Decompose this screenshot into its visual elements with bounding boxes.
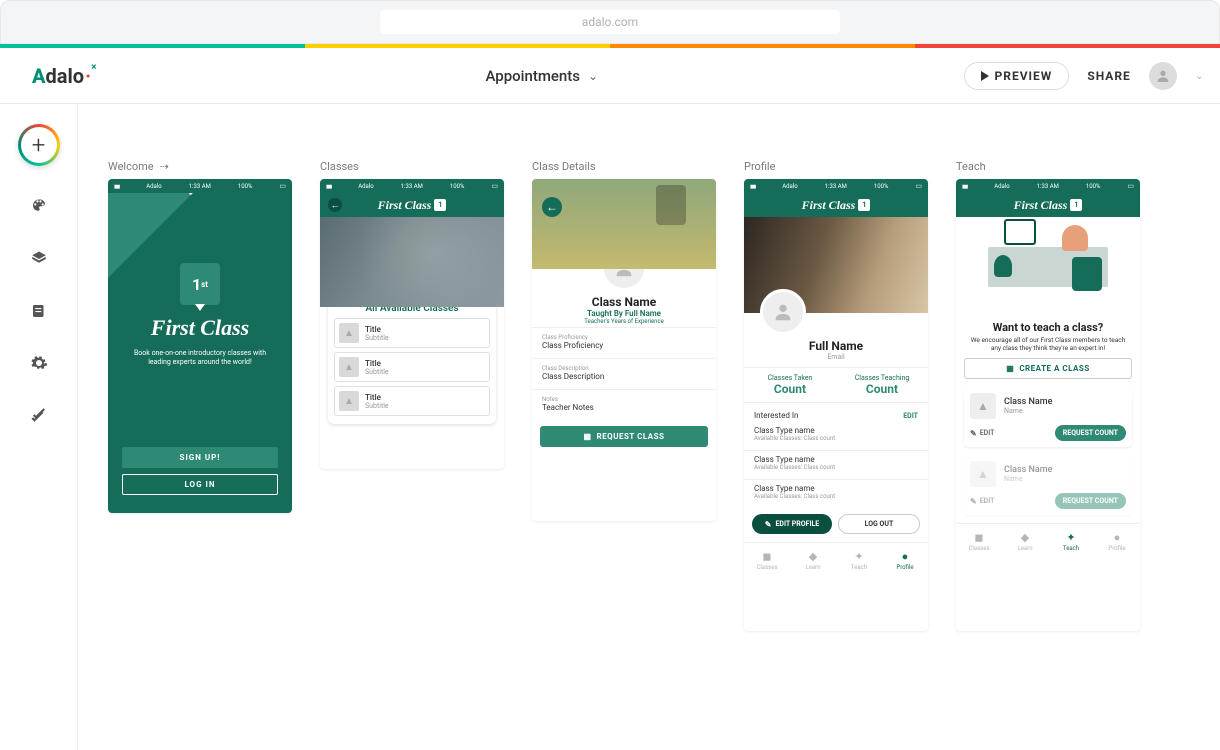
screen-welcome[interactable]: Welcome ⇢ Adalo1:33 AM100% 1st First Cla… — [108, 160, 292, 631]
pencil-icon — [765, 520, 772, 529]
tab-profile[interactable]: ●Profile — [1094, 524, 1140, 559]
screen-classes[interactable]: Classes Adalo1:33 AM100% ←First Class1 A… — [320, 160, 504, 631]
learn-icon: ◆ — [1021, 531, 1029, 544]
years-experience: Teacher's Years of Experience — [532, 318, 716, 325]
screen-label: Class Details — [532, 160, 716, 173]
screens-icon[interactable] — [28, 248, 50, 270]
tagline: Book one-on-one introductory classes wit… — [108, 349, 292, 367]
avatar-placeholder — [760, 289, 806, 335]
teach-class-card[interactable]: ▲Class NameName EDITREQUEST COUNT — [964, 387, 1132, 447]
profile-name: Full Name — [744, 339, 928, 353]
app-logo-icon: 1st — [180, 263, 220, 305]
profile-icon: ● — [902, 550, 909, 563]
teach-icon: ✦ — [854, 550, 863, 563]
interested-heading: Interested In — [754, 411, 798, 420]
logo-badge-icon: 1 — [1070, 199, 1082, 211]
share-button[interactable]: SHARE — [1087, 69, 1130, 83]
back-button[interactable]: ← — [542, 197, 562, 217]
hero-image — [320, 217, 504, 307]
screen-profile[interactable]: Profile Adalo1:33 AM100% First Class1 Fu… — [744, 160, 928, 631]
adalo-logo[interactable]: Adalo× — [0, 64, 120, 88]
edit-profile-button[interactable]: EDIT PROFILE — [752, 514, 832, 534]
hero-image — [532, 179, 716, 269]
canvas[interactable]: Welcome ⇢ Adalo1:33 AM100% 1st First Cla… — [78, 104, 1220, 750]
database-icon[interactable] — [28, 300, 50, 322]
class-list-item[interactable]: ▲TitleSubtitle — [334, 386, 490, 416]
interest-row[interactable]: Class Type nameAvailable Classes: Class … — [744, 482, 928, 506]
pencil-icon — [970, 429, 977, 438]
edit-class-button[interactable]: EDIT — [970, 429, 994, 438]
request-count-button[interactable]: REQUEST COUNT — [1055, 493, 1126, 509]
logout-button[interactable]: LOG OUT — [838, 514, 920, 534]
url-bar[interactable]: adalo.com — [380, 10, 840, 34]
request-count-button[interactable]: REQUEST COUNT — [1055, 425, 1126, 441]
tab-classes[interactable]: ◼Classes — [956, 524, 1002, 559]
browser-chrome: adalo.com — [0, 0, 1220, 44]
calendar-icon: ▦ — [1006, 364, 1014, 373]
tab-profile[interactable]: ●Profile — [882, 543, 928, 578]
tab-learn[interactable]: ◆Learn — [1002, 524, 1048, 559]
project-picker[interactable]: Appointments ⌄ — [120, 67, 964, 85]
login-button[interactable]: LOG IN — [122, 474, 278, 495]
publish-icon[interactable] — [28, 404, 50, 426]
screen-class-details[interactable]: Class Details ← Class Name Taught By Ful… — [532, 160, 716, 631]
profile-email: Email — [744, 353, 928, 361]
project-name: Appointments — [485, 67, 580, 85]
screen-label: Teach — [956, 160, 1140, 173]
signal-icon — [114, 183, 119, 190]
create-class-button[interactable]: ▦CREATE A CLASS — [964, 358, 1132, 379]
class-list-item[interactable]: ▲TitleSubtitle — [334, 352, 490, 382]
bookmark-icon: ◼ — [974, 531, 983, 544]
tab-teach[interactable]: ✦Teach — [1048, 524, 1094, 559]
class-list-item[interactable]: ▲TitleSubtitle — [334, 318, 490, 348]
signup-button[interactable]: SIGN UP! — [122, 447, 278, 468]
battery-icon — [279, 182, 286, 190]
settings-icon[interactable] — [28, 352, 50, 374]
account-menu[interactable] — [1149, 62, 1177, 90]
tab-learn[interactable]: ◆Learn — [790, 543, 836, 578]
back-icon[interactable]: ← — [328, 198, 342, 212]
teach-icon: ✦ — [1066, 531, 1075, 544]
bookmark-icon: ◼ — [762, 550, 771, 563]
edit-interests-button[interactable]: EDIT — [903, 412, 918, 420]
interest-row[interactable]: Class Type nameAvailable Classes: Class … — [744, 453, 928, 477]
preview-button[interactable]: PREVIEW — [964, 62, 1070, 90]
image-placeholder-icon: ▲ — [970, 461, 996, 487]
taught-by: Taught By Full Name — [532, 309, 716, 318]
image-placeholder-icon: ▲ — [339, 323, 359, 343]
add-component-button[interactable]: + — [18, 124, 60, 166]
class-name: Class Name — [532, 295, 716, 309]
logo-badge-icon: 1 — [858, 199, 870, 211]
image-placeholder-icon: ▲ — [970, 393, 996, 419]
brand-title: First Class — [108, 315, 292, 341]
tab-classes[interactable]: ◼Classes — [744, 543, 790, 578]
screen-label: Classes — [320, 160, 504, 173]
branding-icon[interactable] — [28, 196, 50, 218]
chevron-down-icon: ⌄ — [1195, 69, 1204, 82]
teach-heading: Want to teach a class? — [956, 321, 1140, 334]
image-placeholder-icon: ▲ — [339, 391, 359, 411]
teach-subtext: We encourage all of our First Class memb… — [956, 334, 1140, 358]
logo-badge-icon: 1 — [434, 199, 446, 211]
profile-icon: ● — [1114, 531, 1121, 544]
learn-icon: ◆ — [809, 550, 817, 563]
teach-class-card[interactable]: ▲Class NameName EDITREQUEST COUNT — [964, 455, 1132, 515]
chevron-down-icon: ⌄ — [588, 69, 598, 83]
tab-teach[interactable]: ✦Teach — [836, 543, 882, 578]
edit-class-button[interactable]: EDIT — [970, 497, 994, 506]
screen-label: Profile — [744, 160, 928, 173]
screen-label: Welcome ⇢ — [108, 160, 292, 173]
request-class-button[interactable]: ▦REQUEST CLASS — [540, 426, 708, 447]
app-topbar: Adalo× Appointments ⌄ PREVIEW SHARE ⌄ — [0, 48, 1220, 104]
screen-teach[interactable]: Teach Adalo1:33 AM100% First Class1 Want… — [956, 160, 1140, 631]
left-toolbar: + — [0, 104, 78, 750]
image-placeholder-icon: ▲ — [339, 357, 359, 377]
play-icon — [981, 71, 989, 81]
pencil-icon — [970, 497, 977, 506]
interest-row[interactable]: Class Type nameAvailable Classes: Class … — [744, 424, 928, 448]
teach-illustration — [956, 217, 1140, 317]
calendar-icon: ▦ — [583, 432, 591, 441]
